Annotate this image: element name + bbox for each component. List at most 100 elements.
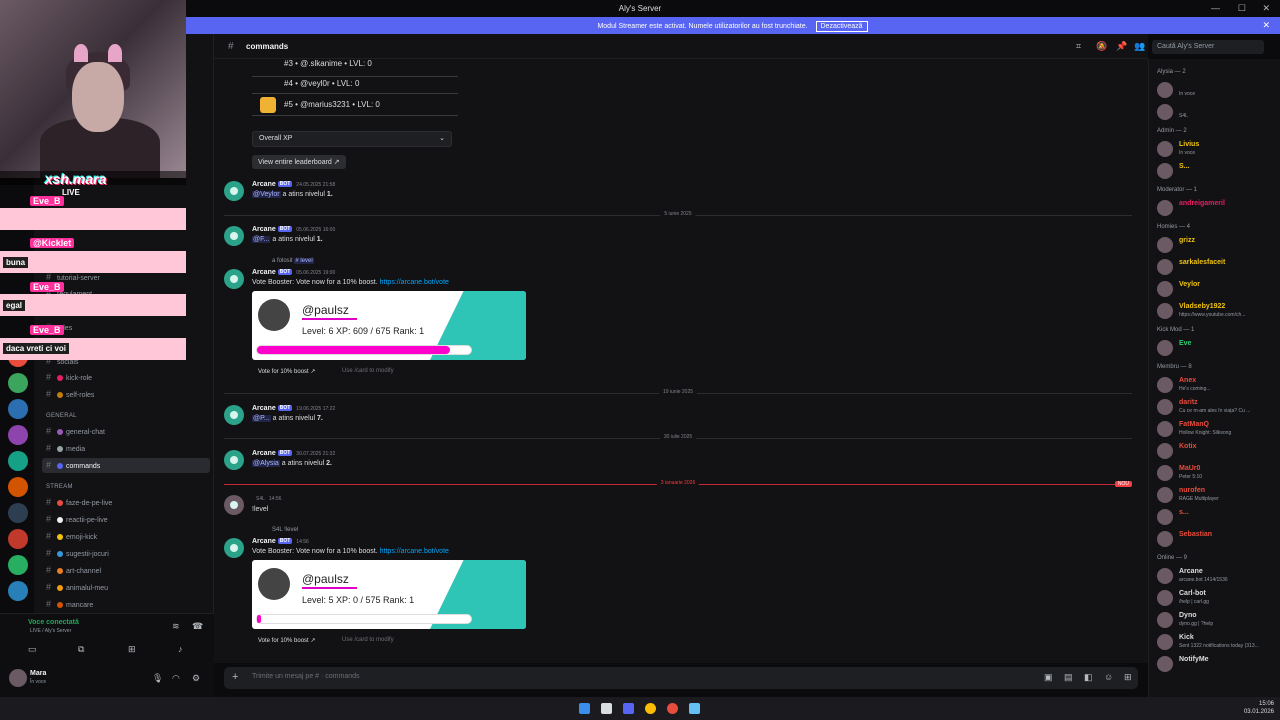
message-composer[interactable]: + Trimite un mesaj pe # · commands ▣ ▤ ◧… [224, 667, 1138, 689]
member-item[interactable]: Eve [1157, 338, 1280, 358]
screen-share-icon[interactable]: ⧉ [78, 644, 84, 655]
file-explorer-icon[interactable] [601, 703, 612, 714]
minimize-icon[interactable]: — [1211, 3, 1220, 13]
avatar[interactable] [224, 450, 244, 470]
windows-start-icon[interactable] [579, 703, 590, 714]
gift-icon[interactable]: ▣ [1044, 672, 1053, 683]
server-icon[interactable] [8, 555, 28, 575]
member-item[interactable]: Sebastian [1157, 529, 1280, 549]
member-item[interactable]: S4L [1157, 102, 1280, 122]
server-icon[interactable] [8, 399, 28, 419]
server-icon[interactable] [8, 477, 28, 497]
avatar[interactable] [224, 269, 244, 289]
member-item[interactable]: nurofen RAGE Multiplayer [1157, 485, 1280, 505]
camera-icon[interactable]: ▭ [28, 644, 37, 655]
vote-link[interactable]: https://arcane.bot/vote [380, 279, 449, 286]
mention[interactable]: @F... [252, 236, 271, 243]
server-icon[interactable] [8, 529, 28, 549]
channel-item[interactable]: # art-channel [42, 563, 210, 578]
card-modify-button[interactable]: Use /card to modify [342, 368, 394, 374]
server-icon[interactable] [8, 451, 28, 471]
server-icon[interactable] [8, 503, 28, 523]
discord-taskbar-icon[interactable] [623, 703, 634, 714]
member-item[interactable]: Anex He's coming... [1157, 375, 1280, 395]
member-item[interactable]: s... [1157, 507, 1280, 527]
author-name[interactable]: Arcane [252, 226, 276, 233]
app-icon[interactable] [667, 703, 678, 714]
view-leaderboard-button[interactable]: View entire leaderboard ↗ [252, 155, 346, 169]
member-item[interactable]: În voce [1157, 80, 1280, 100]
mention[interactable]: @Veylor [252, 191, 281, 198]
headphones-icon[interactable]: ◠ [172, 673, 180, 684]
member-item[interactable]: Livius În voce [1157, 139, 1280, 159]
member-item[interactable]: FatManQ Hollow Knight: Silksong [1157, 419, 1280, 439]
channel-item-active[interactable]: # commands [42, 458, 210, 473]
apps-icon[interactable]: ⊞ [1124, 672, 1132, 683]
server-icon[interactable] [8, 581, 28, 601]
author-name[interactable]: Arcane [252, 181, 276, 188]
channel-item[interactable]: # mancare [42, 597, 210, 612]
category-stream[interactable]: STREAM [46, 484, 73, 490]
search-input[interactable]: Caută Aly's Server [1152, 40, 1264, 54]
member-item[interactable]: Vladseby1922 https://www.youtube.com/ch..… [1157, 301, 1280, 321]
threads-icon[interactable]: ⌗ [1076, 41, 1081, 52]
mention[interactable]: @P... [252, 415, 271, 422]
channel-item[interactable]: # sugestii-jocuri [42, 546, 210, 561]
activity-icon[interactable]: ⊞ [128, 644, 136, 655]
channel-item[interactable]: # general-chat [42, 424, 210, 439]
add-attachment-icon[interactable]: + [232, 671, 238, 683]
member-item[interactable]: MaUr0 Peter 5:10 [1157, 463, 1280, 483]
category-general[interactable]: GENERAL [46, 413, 77, 419]
member-item[interactable]: Kick Sent 1322 notifications today (313..… [1157, 632, 1280, 652]
members-icon[interactable]: 👥 [1134, 41, 1145, 52]
system-clock[interactable]: 15:06 03.01.2026 [1244, 700, 1274, 716]
member-item[interactable]: S... [1157, 161, 1280, 181]
sticker-icon[interactable]: ◧ [1084, 672, 1093, 683]
avatar[interactable] [9, 669, 27, 687]
member-item[interactable]: daritz Cu ce m-am ales în viața? Cu ... [1157, 397, 1280, 417]
member-item[interactable]: NotifyMe [1157, 654, 1280, 674]
steam-icon[interactable] [689, 703, 700, 714]
member-item[interactable]: Veylor [1157, 279, 1280, 299]
disable-streamer-button[interactable]: Dezactivează [815, 21, 868, 32]
gif-icon[interactable]: ▤ [1064, 672, 1073, 683]
vote-button[interactable]: Vote for 10% boost ↗ [258, 637, 315, 644]
message-input[interactable]: Trimite un mesaj pe # · commands [252, 673, 360, 680]
emoji-icon[interactable]: ☺ [1104, 672, 1113, 682]
channel-item[interactable]: # emoji-kick [42, 529, 210, 544]
settings-icon[interactable]: ⚙ [192, 673, 200, 684]
server-icon[interactable] [8, 425, 28, 445]
avatar[interactable] [224, 405, 244, 425]
maximize-icon[interactable]: ☐ [1238, 3, 1246, 14]
leaderboard-select[interactable]: Overall XP ⌄ [252, 131, 452, 147]
soundboard-icon[interactable]: ♪ [178, 644, 183, 654]
member-item[interactable]: sarkalesfaceit [1157, 257, 1280, 277]
member-item[interactable]: Arcane arcane.bot 1414/1536 [1157, 566, 1280, 586]
member-item[interactable]: Dyno dyno.gg | ?help [1157, 610, 1280, 630]
member-item[interactable]: Kotix [1157, 441, 1280, 461]
mic-icon[interactable]: 🎙 [152, 673, 163, 684]
avatar[interactable] [224, 538, 244, 558]
channel-item[interactable]: # faze-de-pe-live [42, 495, 210, 510]
channel-item[interactable]: # kick-role [42, 370, 210, 385]
author-name[interactable]: Arcane [252, 405, 276, 412]
pin-icon[interactable]: 📌 [1116, 41, 1127, 52]
author-name[interactable]: Arcane [252, 269, 276, 276]
vote-link[interactable]: https://arcane.bot/vote [380, 548, 449, 555]
noise-icon[interactable]: ≋ [172, 621, 180, 632]
author-name[interactable]: Arcane [252, 538, 276, 545]
notifications-icon[interactable]: 🔕 [1096, 41, 1107, 52]
vote-button[interactable]: Vote for 10% boost ↗ [258, 368, 315, 375]
channel-item[interactable]: # media [42, 441, 210, 456]
disconnect-icon[interactable]: ☎ [192, 621, 203, 632]
member-item[interactable]: andreigameril [1157, 198, 1280, 218]
close-icon[interactable]: ✕ [1262, 3, 1270, 14]
author-name[interactable]: Arcane [252, 450, 276, 457]
card-modify-button[interactable]: Use /card to modify [342, 637, 394, 643]
server-icon[interactable] [8, 373, 28, 393]
member-item[interactable]: Carl-bot/help | carl.gg [1157, 588, 1280, 608]
chrome-icon[interactable] [645, 703, 656, 714]
channel-item[interactable]: # self-roles [42, 387, 210, 402]
close-banner-icon[interactable]: ✕ [1262, 20, 1270, 31]
mention[interactable]: @Alysia [252, 460, 280, 467]
